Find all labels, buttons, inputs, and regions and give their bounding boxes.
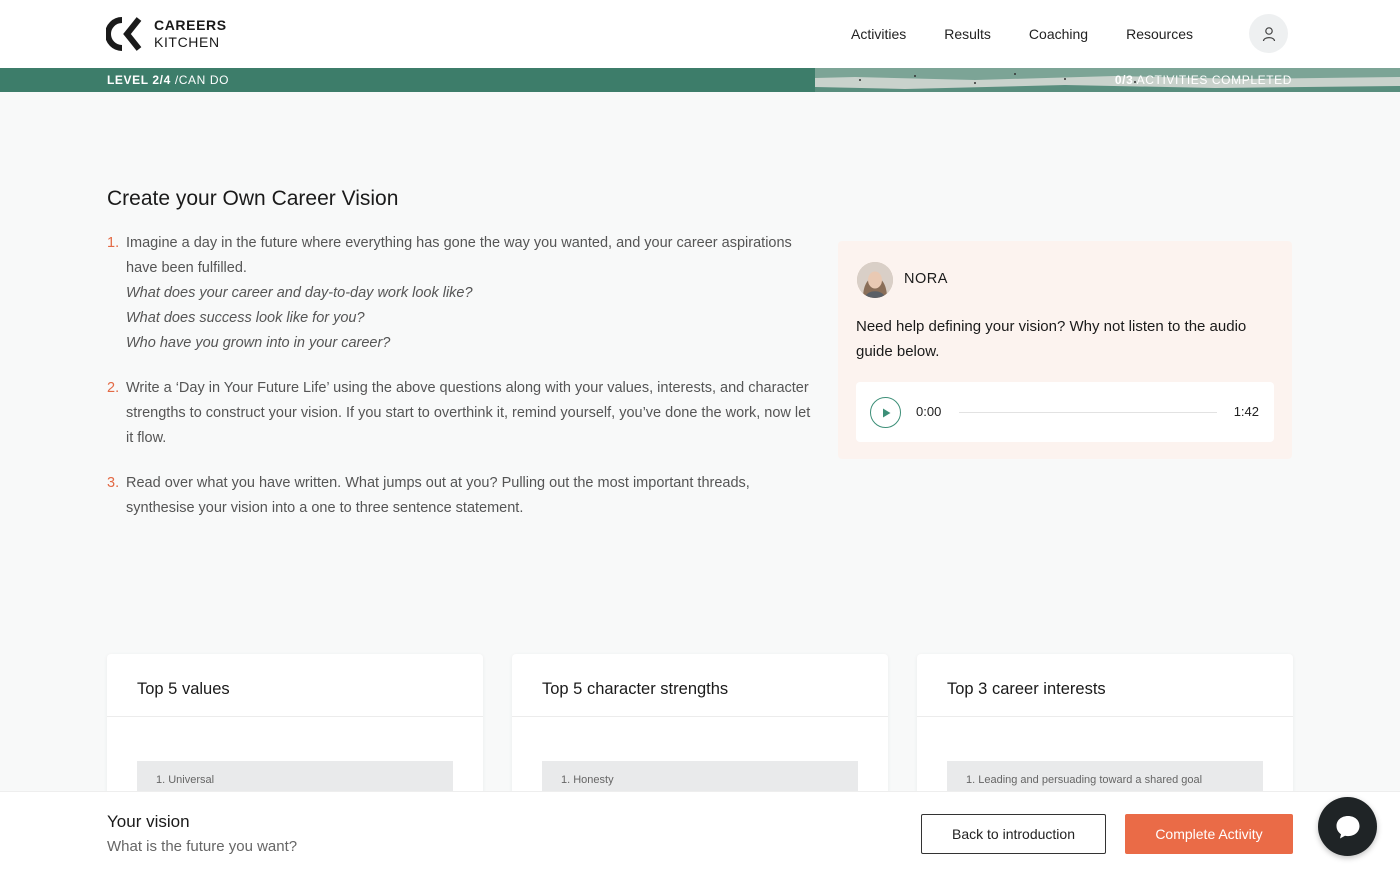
step-item: 1. Imagine a day in the future where eve…	[107, 231, 817, 356]
user-icon	[1262, 26, 1275, 41]
activities-completed-count: 0/3	[1114, 73, 1134, 87]
coach-message: Need help defining your vision? Why not …	[856, 318, 1247, 360]
chat-launcher-button[interactable]	[1318, 797, 1377, 856]
card-divider	[512, 716, 888, 717]
values-card: Top 5 values 1. Universal	[107, 654, 483, 814]
activities-progress: 0/3 ACTIVITIES COMPLETED	[1115, 73, 1292, 87]
card-list-item: 1. Universal	[137, 761, 453, 793]
play-button[interactable]	[870, 397, 901, 428]
texture-graphic	[815, 68, 1400, 92]
nav-resources[interactable]: Resources	[1126, 26, 1193, 42]
brand-logo[interactable]: CAREERS KITCHEN	[106, 16, 227, 52]
nav-activities[interactable]: Activities	[851, 26, 906, 42]
audio-current-time: 0:00	[916, 404, 942, 419]
card-divider	[917, 716, 1293, 717]
step-content: Write a ‘Day in Your Future Life’ using …	[126, 380, 811, 446]
step-question: Who have you grown into in your career?	[126, 335, 391, 351]
vision-footer: Your vision What is the future you want?…	[0, 791, 1400, 875]
level-indicator: LEVEL 2/4 /CAN DO	[107, 73, 229, 87]
card-title: Top 3 career interests	[947, 680, 1106, 698]
vision-title: Your vision	[107, 812, 190, 831]
level-number: LEVEL 2/4	[107, 73, 171, 87]
card-title: Top 5 character strengths	[542, 680, 729, 698]
nav-results[interactable]: Results	[944, 26, 991, 42]
card-divider	[107, 716, 483, 717]
coach-avatar	[857, 262, 893, 298]
strengths-card: Top 5 character strengths 1. Honesty	[512, 654, 888, 814]
coach-portrait-icon	[857, 262, 893, 298]
account-button[interactable]	[1249, 14, 1288, 53]
interests-card: Top 3 career interests 1. Leading and pe…	[917, 654, 1293, 814]
card-list-item: 1. Leading and persuading toward a share…	[947, 761, 1263, 793]
step-number: 3.	[107, 475, 120, 491]
level-stage: /CAN DO	[174, 73, 230, 87]
card-list-item: 1. Honesty	[542, 761, 858, 793]
activities-completed-label: ACTIVITIES COMPLETED	[1136, 73, 1292, 87]
chat-bubble-icon	[1336, 815, 1359, 838]
brand-line-1: CAREERS	[154, 17, 227, 33]
step-question: What does your career and day-to-day wor…	[126, 285, 473, 301]
audio-player: 0:00 1:42	[856, 382, 1274, 442]
level-progress-bar: LEVEL 2/4 /CAN DO 0/3 ACTIVITIES COMPLET…	[0, 68, 1400, 92]
step-question: What does success look like for you?	[126, 310, 365, 326]
step-item: 3. Read over what you have written. What…	[107, 471, 817, 521]
activity-title: Create your Own Career Vision	[107, 187, 399, 210]
coach-name: NORA	[904, 271, 948, 287]
step-number: 1.	[107, 235, 120, 251]
audio-progress-track[interactable]	[959, 412, 1217, 413]
play-icon	[882, 408, 890, 417]
step-content: Imagine a day in the future where everyt…	[126, 231, 817, 356]
activity-steps: 1. Imagine a day in the future where eve…	[107, 231, 817, 541]
level-bar-texture	[815, 68, 1400, 92]
brand-wordmark: CAREERS KITCHEN	[154, 17, 227, 51]
back-to-introduction-button[interactable]: Back to introduction	[921, 814, 1106, 854]
brand-line-2: KITCHEN	[154, 34, 220, 50]
coach-card: NORA Need help defining your vision? Why…	[838, 241, 1292, 459]
vision-prompt: What is the future you want?	[107, 838, 298, 855]
top-header: CAREERS KITCHEN Activities Results Coach…	[0, 0, 1400, 68]
step-item: 2. Write a ‘Day in Your Future Life’ usi…	[107, 376, 817, 451]
card-title: Top 5 values	[137, 680, 230, 698]
audio-duration: 1:42	[1233, 404, 1259, 419]
step-text: Imagine a day in the future where everyt…	[126, 235, 792, 276]
careers-kitchen-logo-icon	[106, 17, 142, 51]
complete-activity-button[interactable]: Complete Activity	[1125, 814, 1293, 854]
step-number: 2.	[107, 380, 120, 396]
nav-coaching[interactable]: Coaching	[1029, 26, 1088, 42]
step-content: Read over what you have written. What ju…	[126, 475, 750, 516]
main-nav: Activities Results Coaching Resources	[851, 0, 1231, 68]
